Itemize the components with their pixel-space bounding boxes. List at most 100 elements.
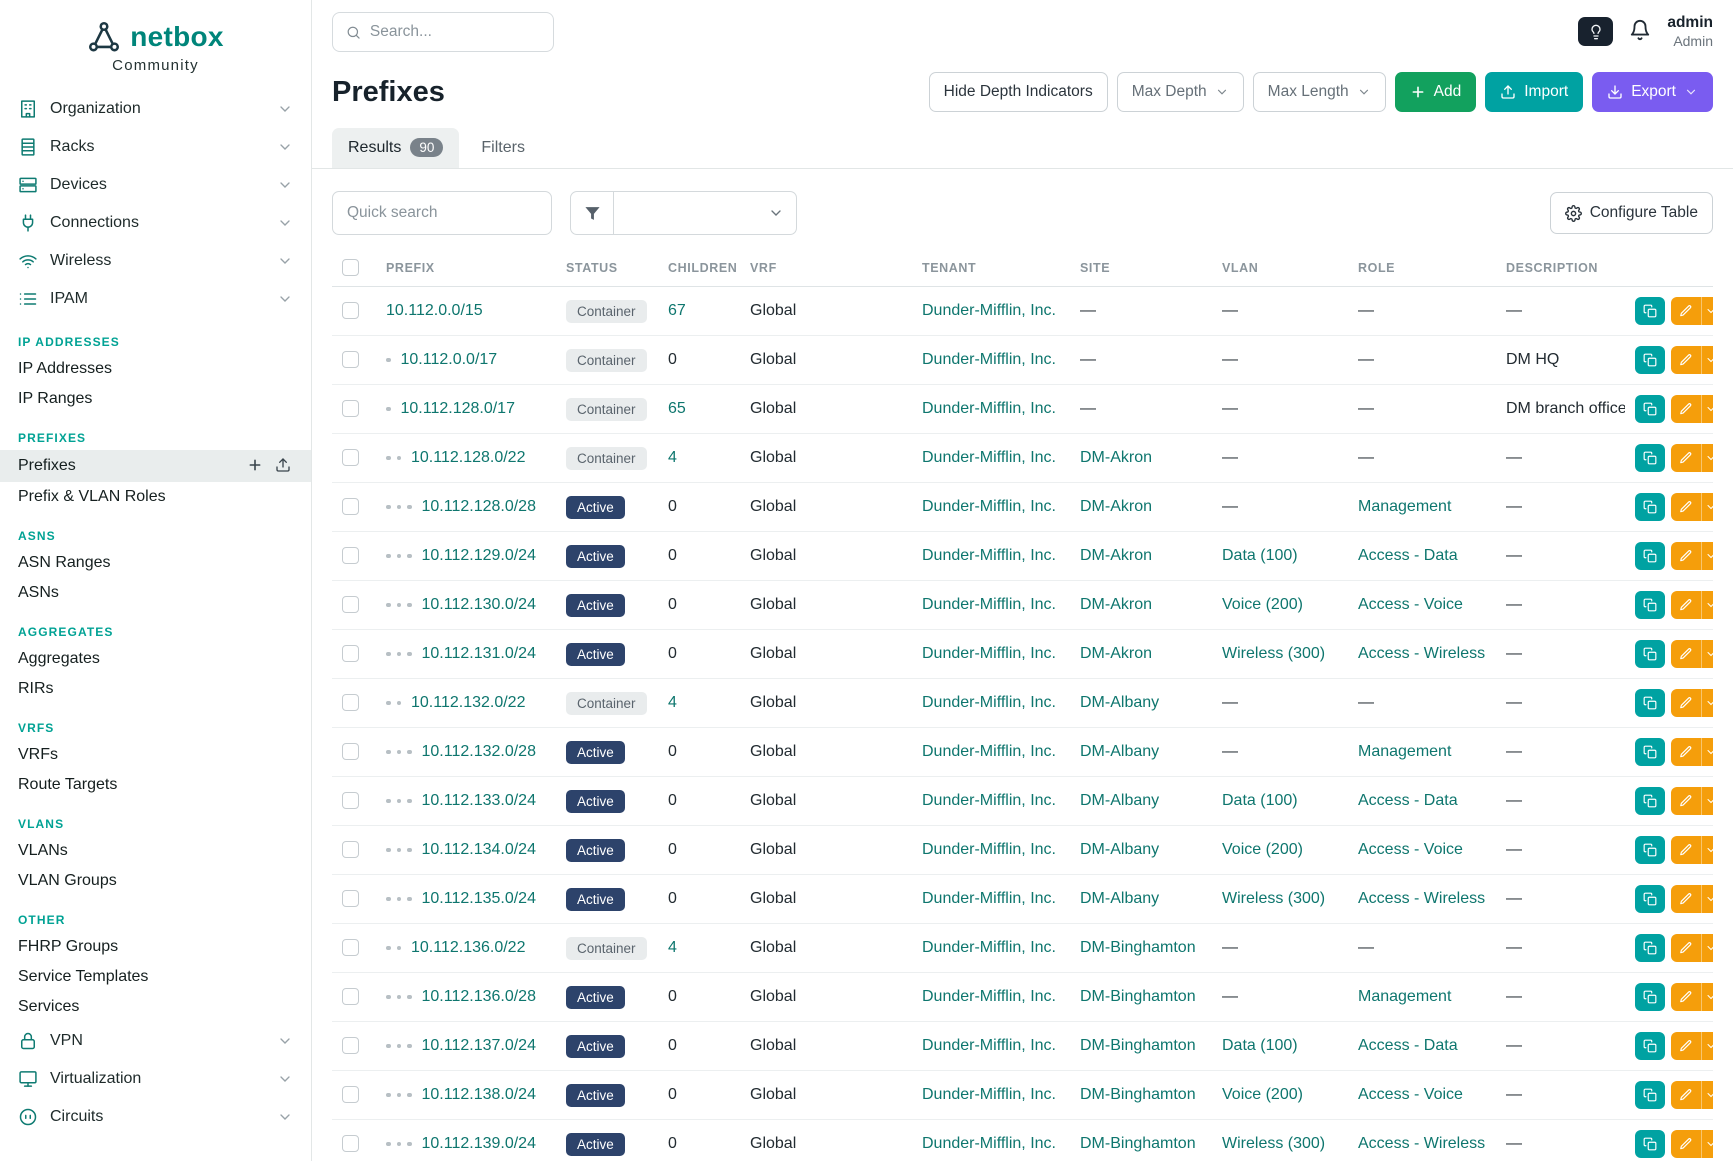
hide-depth-indicators-button[interactable]: Hide Depth Indicators	[929, 72, 1108, 112]
prefix-link[interactable]: 10.112.0.0/17	[401, 351, 498, 368]
role-link[interactable]: Access - Voice	[1358, 596, 1463, 613]
row-checkbox[interactable]	[342, 743, 359, 760]
edit-button[interactable]	[1671, 640, 1701, 668]
row-checkbox[interactable]	[342, 645, 359, 662]
prefix-link[interactable]: 10.112.130.0/24	[422, 596, 536, 613]
clone-button[interactable]	[1635, 983, 1665, 1011]
row-checkbox[interactable]	[342, 890, 359, 907]
clone-button[interactable]	[1635, 787, 1665, 815]
site-link[interactable]: DM-Albany	[1080, 890, 1159, 907]
prefix-link[interactable]: 10.112.136.0/28	[422, 988, 536, 1005]
row-checkbox[interactable]	[342, 302, 359, 319]
children-count[interactable]: 67	[668, 302, 686, 319]
tenant-link[interactable]: Dunder-Mifflin, Inc.	[922, 302, 1056, 319]
max-depth-dropdown[interactable]: Max Depth	[1117, 72, 1244, 112]
edit-dropdown-button[interactable]	[1701, 591, 1713, 619]
prefix-link[interactable]: 10.112.132.0/22	[411, 694, 525, 711]
edit-button[interactable]	[1671, 346, 1701, 374]
role-link[interactable]: Access - Data	[1358, 547, 1458, 564]
tenant-link[interactable]: Dunder-Mifflin, Inc.	[922, 498, 1056, 515]
sidebar-item-ipam[interactable]: IPAM	[0, 280, 311, 318]
column-header-children[interactable]: CHILDREN	[658, 249, 740, 287]
prefix-link[interactable]: 10.112.137.0/24	[422, 1037, 536, 1054]
prefix-link[interactable]: 10.112.136.0/22	[411, 939, 525, 956]
edit-button[interactable]	[1671, 885, 1701, 913]
role-link[interactable]: Access - Voice	[1358, 841, 1463, 858]
clone-button[interactable]	[1635, 1081, 1665, 1109]
prefix-link[interactable]: 10.112.128.0/28	[422, 498, 536, 515]
site-link[interactable]: DM-Akron	[1080, 596, 1152, 613]
clone-button[interactable]	[1635, 346, 1665, 374]
sidebar-item-vrfs[interactable]: VRFs	[0, 740, 311, 770]
quick-search-input[interactable]	[332, 191, 552, 235]
column-header-vlan[interactable]: VLAN	[1212, 249, 1348, 287]
row-checkbox[interactable]	[342, 792, 359, 809]
sidebar-prefix-add-button[interactable]	[245, 456, 265, 476]
row-checkbox[interactable]	[342, 547, 359, 564]
row-checkbox[interactable]	[342, 939, 359, 956]
sidebar-item-wireless[interactable]: Wireless	[0, 242, 311, 280]
edit-dropdown-button[interactable]	[1701, 493, 1713, 521]
tenant-link[interactable]: Dunder-Mifflin, Inc.	[922, 1037, 1056, 1054]
edit-dropdown-button[interactable]	[1701, 885, 1713, 913]
prefix-link[interactable]: 10.112.128.0/17	[401, 400, 515, 417]
filter-button[interactable]	[570, 191, 614, 235]
site-link[interactable]: DM-Akron	[1080, 547, 1152, 564]
row-checkbox[interactable]	[342, 988, 359, 1005]
tenant-link[interactable]: Dunder-Mifflin, Inc.	[922, 939, 1056, 956]
edit-dropdown-button[interactable]	[1701, 444, 1713, 472]
tenant-link[interactable]: Dunder-Mifflin, Inc.	[922, 449, 1056, 466]
edit-button[interactable]	[1671, 444, 1701, 472]
tenant-link[interactable]: Dunder-Mifflin, Inc.	[922, 400, 1056, 417]
row-checkbox[interactable]	[342, 400, 359, 417]
max-length-dropdown[interactable]: Max Length	[1253, 72, 1386, 112]
tenant-link[interactable]: Dunder-Mifflin, Inc.	[922, 890, 1056, 907]
sidebar-item-racks[interactable]: Racks	[0, 128, 311, 166]
vlan-link[interactable]: Wireless (300)	[1222, 645, 1325, 662]
role-link[interactable]: Access - Wireless	[1358, 645, 1485, 662]
prefix-link[interactable]: 10.112.0.0/15	[386, 302, 483, 319]
children-count[interactable]: 65	[668, 400, 686, 417]
column-header-prefix[interactable]: PREFIX	[376, 249, 556, 287]
edit-dropdown-button[interactable]	[1701, 1032, 1713, 1060]
row-checkbox[interactable]	[342, 351, 359, 368]
role-link[interactable]: Access - Data	[1358, 1037, 1458, 1054]
row-checkbox[interactable]	[342, 1135, 359, 1152]
tenant-link[interactable]: Dunder-Mifflin, Inc.	[922, 694, 1056, 711]
tenant-link[interactable]: Dunder-Mifflin, Inc.	[922, 988, 1056, 1005]
sidebar-item-prefixes[interactable]: Prefixes	[0, 450, 311, 482]
column-header-site[interactable]: SITE	[1070, 249, 1212, 287]
site-link[interactable]: DM-Albany	[1080, 792, 1159, 809]
role-link[interactable]: Management	[1358, 743, 1451, 760]
column-header-status[interactable]: STATUS	[556, 249, 658, 287]
edit-button[interactable]	[1671, 836, 1701, 864]
clone-button[interactable]	[1635, 738, 1665, 766]
children-count[interactable]: 4	[668, 939, 677, 956]
brand-logo[interactable]: netbox Community	[0, 14, 311, 90]
clone-button[interactable]	[1635, 689, 1665, 717]
vlan-link[interactable]: Wireless (300)	[1222, 890, 1325, 907]
prefix-link[interactable]: 10.112.131.0/24	[422, 645, 536, 662]
tenant-link[interactable]: Dunder-Mifflin, Inc.	[922, 645, 1056, 662]
sidebar-item-ip-addresses[interactable]: IP Addresses	[0, 354, 311, 384]
user-menu[interactable]: admin Admin	[1667, 14, 1713, 49]
global-search-input[interactable]	[370, 23, 540, 41]
prefix-link[interactable]: 10.112.132.0/28	[422, 743, 536, 760]
edit-button[interactable]	[1671, 983, 1701, 1011]
clone-button[interactable]	[1635, 1032, 1665, 1060]
sidebar-item-connections[interactable]: Connections	[0, 204, 311, 242]
sidebar-item-organization[interactable]: Organization	[0, 90, 311, 128]
prefix-link[interactable]: 10.112.139.0/24	[422, 1135, 536, 1152]
global-search[interactable]	[332, 12, 554, 52]
edit-button[interactable]	[1671, 787, 1701, 815]
site-link[interactable]: DM-Binghamton	[1080, 1037, 1196, 1054]
export-button[interactable]: Export	[1592, 72, 1713, 112]
column-header-vrf[interactable]: VRF	[740, 249, 912, 287]
edit-button[interactable]	[1671, 542, 1701, 570]
prefix-link[interactable]: 10.112.134.0/24	[422, 841, 536, 858]
configure-table-button[interactable]: Configure Table	[1550, 192, 1713, 234]
vlan-link[interactable]: Data (100)	[1222, 792, 1298, 809]
sidebar-item-fhrp-groups[interactable]: FHRP Groups	[0, 932, 311, 962]
edit-button[interactable]	[1671, 689, 1701, 717]
role-link[interactable]: Access - Voice	[1358, 1086, 1463, 1103]
